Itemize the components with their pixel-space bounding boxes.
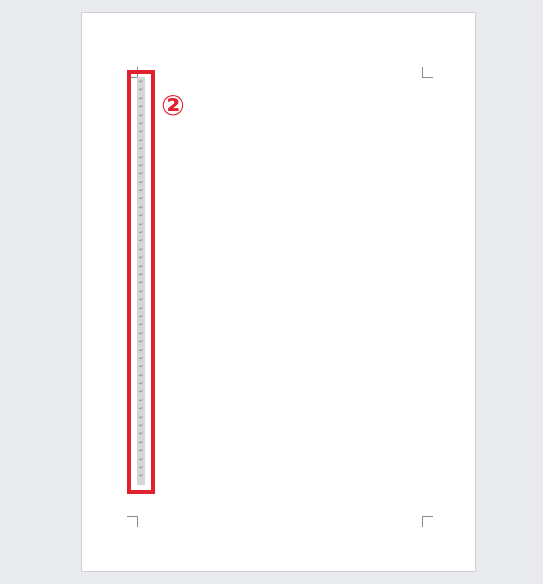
margin-corner-bottom-left bbox=[127, 516, 138, 527]
margin-corner-top-right bbox=[422, 67, 433, 78]
margin-corner-bottom-right bbox=[422, 516, 433, 527]
selection-highlight-box bbox=[127, 70, 155, 494]
step-number-label: ② bbox=[161, 89, 185, 122]
